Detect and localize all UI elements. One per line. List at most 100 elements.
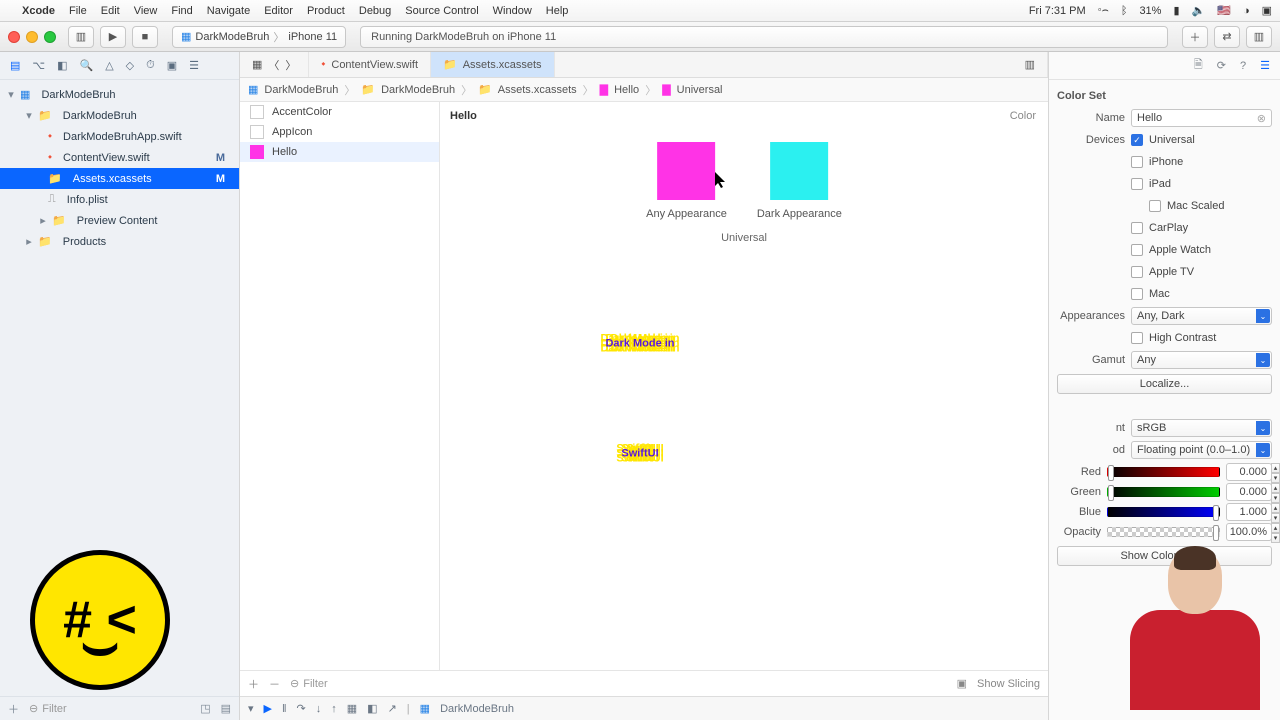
remove-asset-button[interactable]: － <box>269 676 280 692</box>
menu-file[interactable]: File <box>69 5 87 17</box>
localize-button[interactable]: Localize... <box>1057 374 1272 394</box>
field-name-input[interactable]: Hello⊗ <box>1131 109 1272 127</box>
related-items-icon[interactable]: ▦ <box>252 58 262 71</box>
debug-step-over-icon[interactable]: ↓ <box>316 703 322 715</box>
jump-bar[interactable]: ▦DarkModeBruh〉 📁DarkModeBruh〉 📁Assets.xc… <box>240 78 1048 102</box>
checkbox-mac[interactable] <box>1131 288 1143 300</box>
project-navigator-icon[interactable]: ▤ <box>10 59 20 72</box>
stop-button[interactable]: ■ <box>132 26 158 48</box>
tree-group-app[interactable]: ▾📁 DarkModeBruh <box>0 105 239 126</box>
menu-edit[interactable]: Edit <box>101 5 120 17</box>
menu-navigate[interactable]: Navigate <box>207 5 250 17</box>
tab-contentview[interactable]: ⬩ContentView.swift <box>309 52 431 77</box>
debug-memory-icon[interactable]: ◧ <box>367 702 377 715</box>
menu-app[interactable]: Xcode <box>22 5 55 17</box>
menu-find[interactable]: Find <box>171 5 192 17</box>
tree-file-info[interactable]: ⎍ Info.plist <box>0 189 239 210</box>
tree-group-products[interactable]: ▸📁 Products <box>0 231 239 252</box>
code-review-button[interactable]: ⇄ <box>1214 26 1240 48</box>
well-dark-appearance[interactable]: Dark Appearance <box>757 142 842 220</box>
debug-view-icon[interactable]: ▦ <box>347 702 357 715</box>
select-gamut[interactable]: Any⌄ <box>1131 351 1272 369</box>
menu-product[interactable]: Product <box>307 5 345 17</box>
menu-source-control[interactable]: Source Control <box>405 5 478 17</box>
debug-target-label[interactable]: DarkModeBruh <box>440 703 514 715</box>
slider-green[interactable] <box>1107 487 1220 497</box>
checkbox-iphone[interactable] <box>1131 156 1143 168</box>
select-colorspace[interactable]: sRGB⌄ <box>1131 419 1272 437</box>
breakpoint-navigator-icon[interactable]: ▣ <box>167 59 177 72</box>
input-red[interactable]: 0.000▴▾ <box>1226 463 1272 481</box>
nav-forward-icon[interactable]: 〉 <box>285 57 296 73</box>
slider-opacity[interactable] <box>1107 527 1220 537</box>
select-input-method[interactable]: Floating point (0.0–1.0)⌄ <box>1131 441 1272 459</box>
menu-debug[interactable]: Debug <box>359 5 391 17</box>
input-blue[interactable]: 1.000▴▾ <box>1226 503 1272 521</box>
menu-editor[interactable]: Editor <box>264 5 293 17</box>
add-button[interactable]: ＋ <box>8 701 19 717</box>
close-window-button[interactable] <box>8 31 20 43</box>
menu-window[interactable]: Window <box>493 5 532 17</box>
show-slicing-button[interactable]: Show Slicing <box>977 678 1040 690</box>
filter-scm-icon[interactable]: ▤ <box>221 702 231 715</box>
asset-accentcolor[interactable]: AccentColor <box>240 102 439 122</box>
debug-location-icon[interactable]: ↗ <box>388 702 397 715</box>
navigator-filter[interactable]: ⊖Filter <box>29 702 190 715</box>
library-button[interactable]: ＋ <box>1182 26 1208 48</box>
tree-project-root[interactable]: ▾▦ DarkModeBruh <box>0 84 239 105</box>
scheme-selector[interactable]: ▦ DarkModeBruh 〉 iPhone 11 <box>172 26 346 48</box>
add-asset-button[interactable]: ＋ <box>248 676 259 692</box>
toggle-navigator-button[interactable]: ▥ <box>68 26 94 48</box>
bluetooth-icon[interactable]: ᛒ <box>1121 5 1128 17</box>
menu-view[interactable]: View <box>134 5 158 17</box>
editor-options-button[interactable]: ▥ <box>1013 52 1048 77</box>
toggle-debug-icon[interactable]: ▾ <box>248 702 254 715</box>
wifi-icon[interactable]: ◦⌢ <box>1098 4 1109 17</box>
report-navigator-icon[interactable]: ☰ <box>189 59 199 72</box>
test-navigator-icon[interactable]: ◇ <box>126 59 134 72</box>
debug-navigator-icon[interactable]: ⏱ <box>146 59 155 72</box>
menu-extra-2-icon[interactable]: ▣ <box>1262 4 1272 17</box>
symbol-navigator-icon[interactable]: ◧ <box>57 59 67 72</box>
debug-continue-icon[interactable]: ↷ <box>297 702 306 715</box>
checkbox-highcontrast[interactable] <box>1131 332 1143 344</box>
tree-file-app[interactable]: ⬩ DarkModeBruhApp.swift <box>0 126 239 147</box>
menu-extra-1-icon[interactable]: ◑ <box>1243 5 1250 17</box>
input-source-icon[interactable]: 🇺🇸 <box>1217 4 1231 17</box>
checkbox-watch[interactable] <box>1131 244 1143 256</box>
clear-icon[interactable]: ⊗ <box>1257 112 1266 125</box>
debug-pause-icon[interactable]: ‖ <box>282 703 287 715</box>
swatch-any[interactable] <box>657 142 715 200</box>
source-control-navigator-icon[interactable]: ⌥ <box>32 59 45 72</box>
menubar-clock[interactable]: Fri 7:31 PM <box>1029 5 1086 17</box>
menu-help[interactable]: Help <box>546 5 569 17</box>
zoom-window-button[interactable] <box>44 31 56 43</box>
slider-red[interactable] <box>1107 467 1220 477</box>
select-appearances[interactable]: Any, Dark⌄ <box>1131 307 1272 325</box>
debug-breakpoint-icon[interactable]: ▶ <box>264 702 272 715</box>
checkbox-macscaled[interactable] <box>1149 200 1161 212</box>
checkbox-ipad[interactable] <box>1131 178 1143 190</box>
tree-group-preview[interactable]: ▸📁 Preview Content <box>0 210 239 231</box>
find-navigator-icon[interactable]: 🔍 <box>80 59 94 72</box>
checkbox-carplay[interactable] <box>1131 222 1143 234</box>
input-opacity[interactable]: 100.0%▴▾ <box>1226 523 1272 541</box>
swatch-dark[interactable] <box>770 142 828 200</box>
asset-view-mode-icon[interactable]: ▣ <box>957 677 967 690</box>
asset-appicon[interactable]: AppIcon <box>240 122 439 142</box>
help-inspector-icon[interactable]: ? <box>1240 60 1246 72</box>
asset-hello[interactable]: Hello <box>240 142 439 162</box>
asset-filter[interactable]: ⊖Filter <box>290 677 867 690</box>
attributes-inspector-icon[interactable]: ☰ <box>1260 59 1270 72</box>
tab-assets[interactable]: 📁Assets.xcassets <box>431 52 555 77</box>
checkbox-tv[interactable] <box>1131 266 1143 278</box>
volume-icon[interactable]: 🔈 <box>1192 4 1206 17</box>
debug-step-into-icon[interactable]: ↑ <box>331 703 337 715</box>
minimize-window-button[interactable] <box>26 31 38 43</box>
nav-back-icon[interactable]: 〈 <box>268 57 279 73</box>
battery-icon[interactable]: ▮ <box>1173 4 1179 17</box>
tree-file-assets[interactable]: 📁 Assets.xcassetsM <box>0 168 239 189</box>
checkbox-universal[interactable]: ✓ <box>1131 134 1143 146</box>
file-inspector-icon[interactable]: 🗎 <box>1194 56 1203 75</box>
tree-file-content[interactable]: ⬩ ContentView.swiftM <box>0 147 239 168</box>
